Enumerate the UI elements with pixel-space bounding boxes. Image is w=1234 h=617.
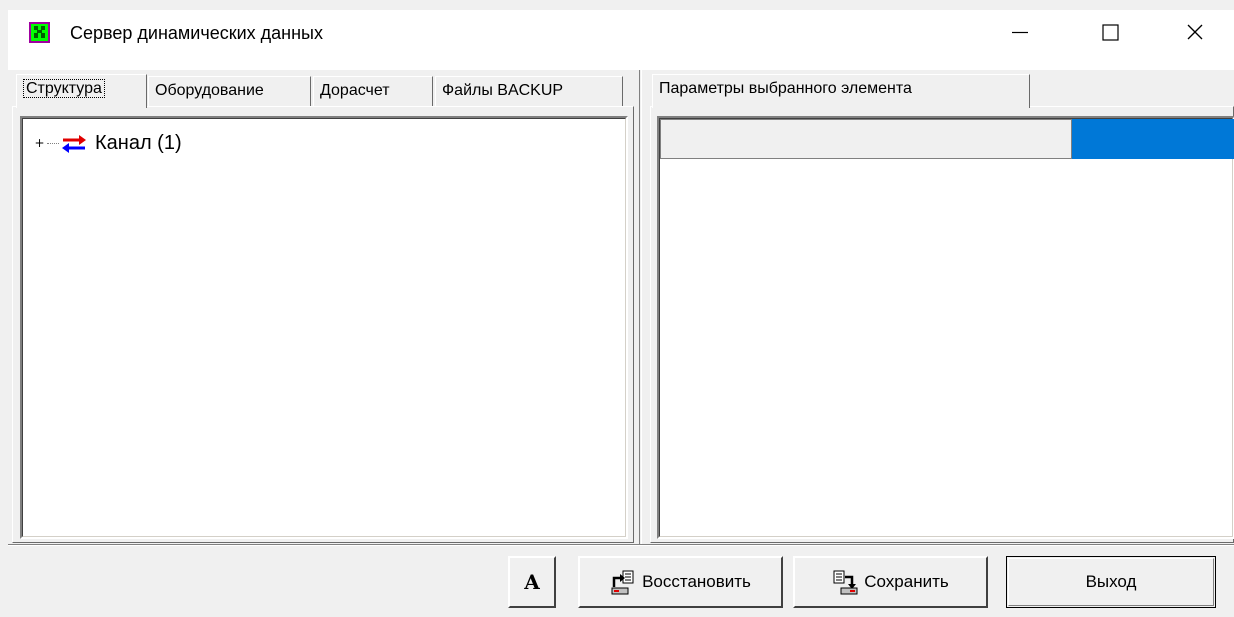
save-button[interactable]: Сохранить	[793, 556, 988, 608]
close-icon	[1187, 24, 1203, 40]
font-button[interactable]: A	[508, 556, 556, 608]
tree-item-label: Канал (1)	[95, 132, 182, 154]
tab-backup-files[interactable]: Файлы BACKUP	[435, 76, 623, 106]
close-button[interactable]	[1165, 12, 1225, 52]
params-grid[interactable]	[657, 116, 1234, 539]
tab-structure-label: Структура	[23, 79, 105, 98]
restore-label: Восстановить	[642, 572, 751, 591]
structure-panel: + Канал (1)	[12, 106, 634, 543]
tree-item-channel[interactable]: + Канал (1)	[34, 132, 182, 155]
tab-structure[interactable]: Структура	[16, 74, 147, 108]
minimize-icon	[1012, 31, 1028, 34]
grid-header-name[interactable]	[660, 119, 1072, 159]
tree-view[interactable]: + Канал (1)	[20, 116, 628, 539]
restore-icon	[611, 570, 634, 595]
window-body: Структура Оборудование Дорасчет Файлы BA…	[8, 70, 1234, 617]
tab-selected-element-params[interactable]: Параметры выбранного элемента	[652, 74, 1030, 108]
font-icon: A	[524, 570, 540, 594]
save-icon	[833, 570, 858, 595]
app-icon	[29, 22, 50, 43]
channel-arrows-icon	[62, 134, 86, 153]
tab-params-label: Параметры выбранного элемента	[659, 80, 912, 97]
tab-equipment[interactable]: Оборудование	[148, 76, 311, 106]
save-label: Сохранить	[864, 572, 949, 591]
window-title: Сервер динамических данных	[70, 23, 323, 43]
tab-recalc-label: Дорасчет	[320, 82, 390, 99]
tab-backup-files-label: Файлы BACKUP	[442, 82, 564, 99]
minimize-button[interactable]	[990, 12, 1050, 52]
params-panel	[650, 106, 1234, 543]
restore-button[interactable]: Восстановить	[578, 556, 783, 608]
exit-label: Выход	[1085, 572, 1137, 591]
grid-header-value-selected[interactable]	[1072, 119, 1234, 159]
exit-button[interactable]: Выход	[1006, 556, 1216, 608]
panel-splitter[interactable]	[636, 70, 646, 545]
bottom-separator	[8, 544, 1234, 546]
expand-icon[interactable]: +	[34, 137, 45, 149]
maximize-icon	[1102, 24, 1119, 41]
maximize-button[interactable]	[1080, 12, 1140, 52]
tab-equipment-label: Оборудование	[155, 82, 264, 99]
tab-recalc[interactable]: Дорасчет	[313, 76, 433, 106]
